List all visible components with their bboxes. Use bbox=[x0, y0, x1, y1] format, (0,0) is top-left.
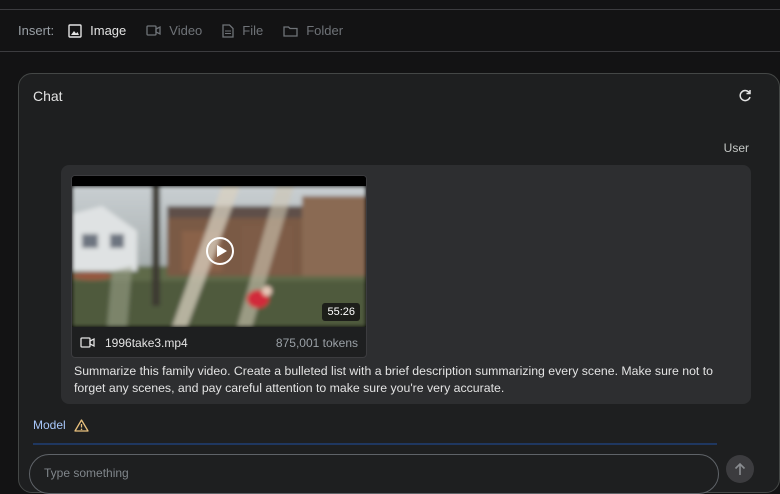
insert-folder-label: Folder bbox=[306, 23, 344, 38]
send-icon bbox=[734, 462, 746, 475]
file-icon bbox=[222, 23, 234, 38]
insert-video-label: Video bbox=[169, 23, 203, 38]
video-duration: 55:26 bbox=[322, 303, 360, 321]
video-attachment[interactable]: 55:26 1996take3.mp4 875,001 tokens bbox=[71, 175, 367, 358]
video-icon bbox=[80, 337, 95, 348]
user-prompt-text: Summarize this family video. Create a bu… bbox=[74, 364, 714, 395]
model-role-row: Model bbox=[33, 418, 89, 432]
warning-icon[interactable] bbox=[74, 418, 89, 432]
chat-panel: Chat User 55:26 1996take3.mp4 875,001 to… bbox=[18, 73, 780, 494]
insert-image-label: Image bbox=[90, 23, 127, 38]
insert-label: Insert: bbox=[18, 23, 55, 38]
message-input[interactable] bbox=[44, 466, 704, 480]
message-input-container[interactable] bbox=[29, 454, 719, 494]
token-count: 875,001 tokens bbox=[275, 335, 358, 350]
user-message-bubble: 55:26 1996take3.mp4 875,001 tokens Summa… bbox=[61, 165, 751, 404]
model-response-progress bbox=[33, 443, 717, 445]
refresh-icon[interactable] bbox=[737, 88, 753, 104]
video-icon bbox=[146, 25, 161, 36]
insert-video-button[interactable]: Video bbox=[146, 23, 202, 38]
model-role-label: Model bbox=[33, 418, 66, 432]
insert-image-button[interactable]: Image bbox=[68, 23, 126, 38]
video-meta: 1996take3.mp4 875,001 tokens bbox=[72, 327, 366, 357]
folder-icon bbox=[283, 25, 298, 37]
image-icon bbox=[68, 23, 82, 38]
insert-folder-button[interactable]: Folder bbox=[283, 23, 343, 38]
insert-file-label: File bbox=[242, 23, 264, 38]
insert-toolbar: Insert: Image Video File Folder bbox=[0, 10, 780, 52]
send-button[interactable] bbox=[726, 455, 754, 483]
play-button[interactable] bbox=[206, 237, 234, 265]
video-thumbnail: 55:26 bbox=[72, 176, 366, 327]
video-filename: 1996take3.mp4 bbox=[105, 335, 188, 350]
user-role-label: User bbox=[723, 141, 749, 155]
chat-title: Chat bbox=[33, 88, 63, 104]
insert-file-button[interactable]: File bbox=[222, 23, 263, 38]
